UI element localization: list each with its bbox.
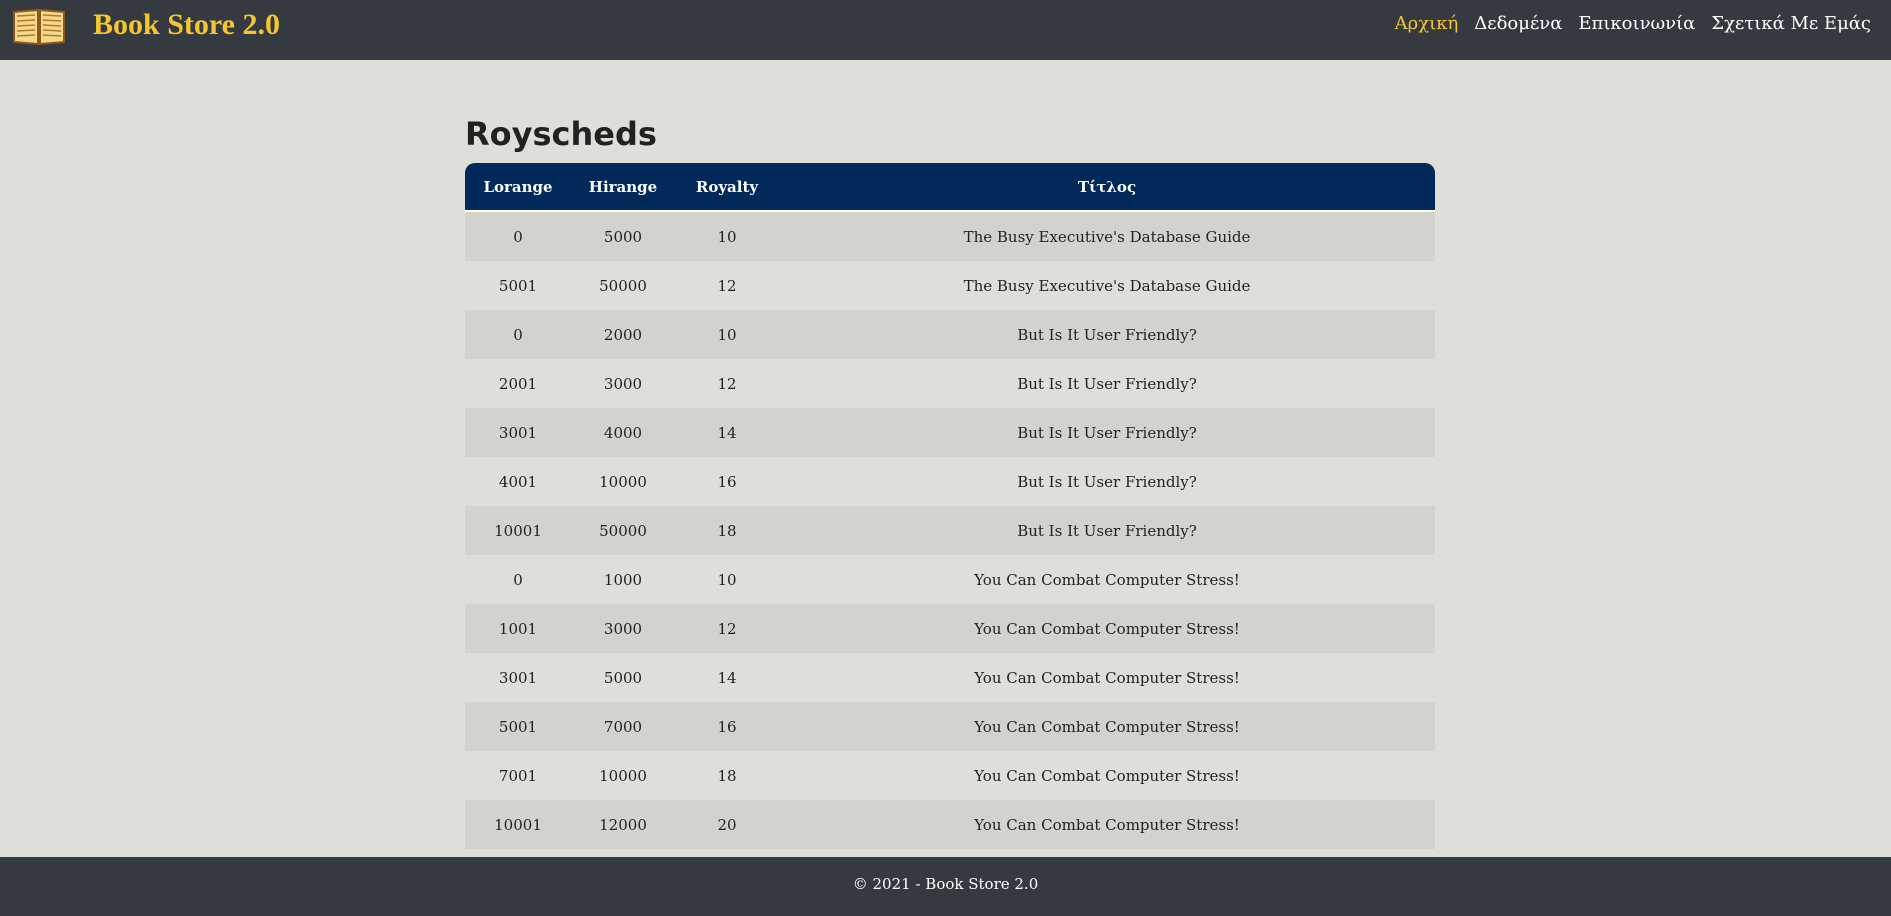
cell-royalty: 18 <box>675 506 779 555</box>
cell-royalty: 12 <box>675 359 779 408</box>
cell-royalty: 10 <box>675 212 779 261</box>
table-row: 0 2000 10 But Is It User Friendly? <box>465 310 1435 359</box>
royscheds-table-container: Lorange Hirange Royalty Τίτλος 0 5000 10 Th… <box>465 163 1435 849</box>
cell-title: But Is It User Friendly? <box>779 506 1435 555</box>
table-row: 5001 7000 16 You Can Combat Computer Stress… <box>465 702 1435 751</box>
cell-hirange: 5000 <box>571 653 675 702</box>
column-header-lorange: Lorange <box>465 163 571 212</box>
cell-hirange: 4000 <box>571 408 675 457</box>
nav-link-contact[interactable]: Επικοινωνία <box>1570 11 1703 37</box>
cell-title: But Is It User Friendly? <box>779 408 1435 457</box>
cell-hirange: 5000 <box>571 212 675 261</box>
cell-royalty: 12 <box>675 261 779 310</box>
cell-lorange: 7001 <box>465 751 571 800</box>
cell-lorange: 0 <box>465 555 571 604</box>
cell-hirange: 50000 <box>571 506 675 555</box>
table-row: 4001 10000 16 But Is It User Friendly? <box>465 457 1435 506</box>
nav-links: Αρχική Δεδομένα Επικοινωνία Σχετικά Με Ε… <box>1387 11 1879 37</box>
cell-title: You Can Combat Computer Stress! <box>779 751 1435 800</box>
cell-royalty: 16 <box>675 702 779 751</box>
cell-lorange: 0 <box>465 212 571 261</box>
cell-title: You Can Combat Computer Stress! <box>779 604 1435 653</box>
cell-hirange: 10000 <box>571 457 675 506</box>
cell-hirange: 7000 <box>571 702 675 751</box>
cell-royalty: 14 <box>675 408 779 457</box>
table-row: 7001 10000 18 You Can Combat Computer Stres… <box>465 751 1435 800</box>
table-row: 5001 50000 12 The Busy Executive's Database… <box>465 261 1435 310</box>
column-header-title: Τίτλος <box>779 163 1435 212</box>
cell-royalty: 14 <box>675 653 779 702</box>
cell-royalty: 20 <box>675 800 779 849</box>
cell-title: The Busy Executive's Database Guide <box>779 261 1435 310</box>
cell-royalty: 16 <box>675 457 779 506</box>
cell-lorange: 5001 <box>465 702 571 751</box>
table-row: 3001 5000 14 You Can Combat Computer Stress… <box>465 653 1435 702</box>
cell-lorange: 10001 <box>465 506 571 555</box>
footer: © 2021 - Book Store 2.0 <box>0 857 1891 916</box>
column-header-royalty: Royalty <box>675 163 779 212</box>
cell-title: You Can Combat Computer Stress! <box>779 702 1435 751</box>
brand-title[interactable]: Book Store 2.0 <box>93 6 280 44</box>
table-row: 3001 4000 14 But Is It User Friendly? <box>465 408 1435 457</box>
open-book-icon[interactable] <box>12 4 66 46</box>
page-title: Royscheds <box>465 115 657 153</box>
cell-hirange: 2000 <box>571 310 675 359</box>
nav-link-data[interactable]: Δεδομένα <box>1466 11 1570 37</box>
nav-link-about[interactable]: Σχετικά Με Εμάς <box>1703 11 1879 37</box>
cell-title: You Can Combat Computer Stress! <box>779 555 1435 604</box>
column-header-hirange: Hirange <box>571 163 675 212</box>
cell-hirange: 50000 <box>571 261 675 310</box>
cell-title: But Is It User Friendly? <box>779 457 1435 506</box>
cell-lorange: 3001 <box>465 653 571 702</box>
table-row: 0 5000 10 The Busy Executive's Database Gui… <box>465 212 1435 261</box>
table-row: 1001 3000 12 You Can Combat Computer Stress… <box>465 604 1435 653</box>
cell-hirange: 3000 <box>571 359 675 408</box>
cell-lorange: 4001 <box>465 457 571 506</box>
table-row: 2001 3000 12 But Is It User Friendly? <box>465 359 1435 408</box>
cell-title: You Can Combat Computer Stress! <box>779 653 1435 702</box>
table-row: 10001 50000 18 But Is It User Friendly? <box>465 506 1435 555</box>
navbar: Book Store 2.0 Αρχική Δεδομένα Επικοινων… <box>0 0 1891 60</box>
cell-hirange: 10000 <box>571 751 675 800</box>
footer-copyright: © 2021 - Book Store 2.0 <box>852 875 1039 893</box>
table-row: 0 1000 10 You Can Combat Computer Stress! <box>465 555 1435 604</box>
cell-royalty: 18 <box>675 751 779 800</box>
cell-royalty: 10 <box>675 310 779 359</box>
table-body: 0 5000 10 The Busy Executive's Database Gui… <box>465 212 1435 849</box>
cell-title: But Is It User Friendly? <box>779 359 1435 408</box>
cell-title: You Can Combat Computer Stress! <box>779 800 1435 849</box>
cell-lorange: 0 <box>465 310 571 359</box>
cell-lorange: 3001 <box>465 408 571 457</box>
cell-royalty: 12 <box>675 604 779 653</box>
nav-link-home[interactable]: Αρχική <box>1387 11 1467 37</box>
cell-lorange: 10001 <box>465 800 571 849</box>
cell-royalty: 10 <box>675 555 779 604</box>
cell-hirange: 12000 <box>571 800 675 849</box>
cell-lorange: 5001 <box>465 261 571 310</box>
cell-lorange: 1001 <box>465 604 571 653</box>
cell-hirange: 3000 <box>571 604 675 653</box>
cell-title: The Busy Executive's Database Guide <box>779 212 1435 261</box>
royscheds-table: Lorange Hirange Royalty Τίτλος 0 5000 10 Th… <box>465 163 1435 849</box>
table-row: 10001 12000 20 You Can Combat Computer Stre… <box>465 800 1435 849</box>
cell-hirange: 1000 <box>571 555 675 604</box>
cell-lorange: 2001 <box>465 359 571 408</box>
table-header-row: Lorange Hirange Royalty Τίτλος <box>465 163 1435 212</box>
cell-title: But Is It User Friendly? <box>779 310 1435 359</box>
